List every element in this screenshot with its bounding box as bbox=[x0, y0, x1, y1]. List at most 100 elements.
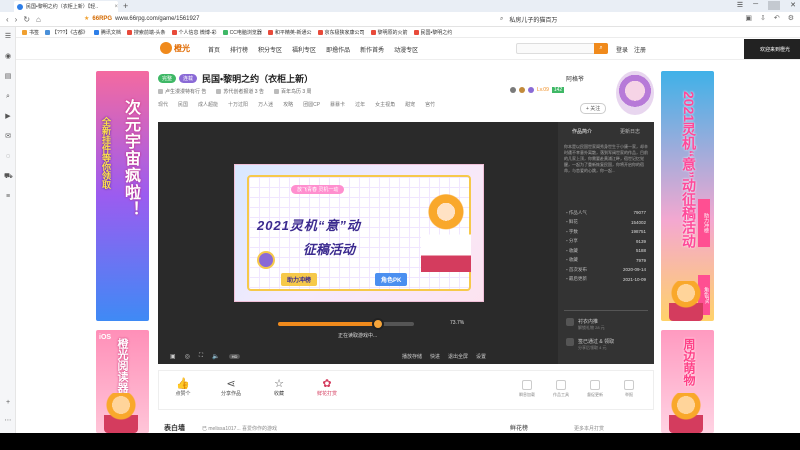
reward-action[interactable]: 衬衣内推 解锁礼物 28 元 bbox=[566, 318, 605, 331]
browser-tab[interactable]: 民国•黎明之约（衣柜上新）【轻.. × bbox=[14, 1, 118, 12]
bookmark-item[interactable]: 搜索前端-头条 bbox=[126, 29, 166, 36]
nav-works[interactable]: 即撸作品 bbox=[326, 45, 350, 54]
bookmark-item[interactable]: 腾讯文档 bbox=[93, 29, 121, 36]
record-icon[interactable]: ◎ bbox=[185, 353, 190, 360]
header-ad-banner[interactable]: 欢迎来到橙光 bbox=[744, 39, 800, 59]
nav-new[interactable]: 新作首秀 bbox=[360, 45, 384, 54]
ad-left-bottom[interactable]: iOS 橙光阅读器上架啦 bbox=[96, 330, 149, 433]
flower-rank-more[interactable]: 更多本月打赏 bbox=[574, 425, 604, 432]
register-link[interactable]: 注册 bbox=[634, 45, 646, 54]
share-button[interactable]: ⋖ 分享作品 bbox=[211, 377, 251, 397]
author-avatar[interactable] bbox=[616, 71, 654, 115]
extension-icon[interactable]: ▣ bbox=[745, 14, 752, 22]
tools-button[interactable]: 作品工具 bbox=[547, 380, 575, 398]
forward-icon[interactable]: › bbox=[15, 15, 18, 24]
rose-tip-button[interactable]: ✿ 鲜花打赏 bbox=[307, 377, 347, 397]
tag-item[interactable]: 攻略 bbox=[283, 101, 293, 108]
login-link[interactable]: 登录 bbox=[616, 45, 628, 54]
sidebar-book-icon[interactable]: ▤ bbox=[4, 73, 12, 81]
tag-item[interactable]: 甜宠 bbox=[405, 101, 415, 108]
author-name[interactable]: 阿格爷 bbox=[566, 74, 584, 83]
nav-welfare[interactable]: 福利专区 bbox=[292, 45, 316, 54]
nav-points[interactable]: 积分专区 bbox=[258, 45, 282, 54]
back-icon[interactable]: ‹ bbox=[6, 15, 9, 24]
quality-toggle[interactable]: HD bbox=[228, 354, 241, 359]
sidebar-cart-icon[interactable]: ⛟ bbox=[4, 173, 13, 181]
settings-icon[interactable]: ⚙ bbox=[788, 14, 794, 22]
report-button[interactable]: 举报 bbox=[615, 380, 643, 398]
site-search-input[interactable]: ⌕ bbox=[516, 43, 608, 54]
bookmark-icon bbox=[45, 29, 51, 35]
bookmark-item[interactable]: CC电脑浏览器 bbox=[222, 29, 262, 36]
bookmark-star-icon[interactable]: ★ bbox=[84, 15, 89, 22]
undo-icon[interactable]: ↶ bbox=[774, 14, 780, 22]
fast-forward-button[interactable]: 快进 bbox=[430, 353, 440, 360]
tag-item[interactable]: 暴暴卡 bbox=[330, 101, 345, 108]
bookmark-item[interactable]: 民国•黎明之约 bbox=[413, 29, 452, 36]
site-logo[interactable]: 橙光 bbox=[160, 42, 190, 54]
tag-item[interactable]: 万人迷 bbox=[258, 101, 273, 108]
sidebar-chat-icon[interactable]: ◌ bbox=[4, 153, 12, 161]
claim-action[interactable]: 签已通过 & 领取 分享后领取 4 元 bbox=[566, 338, 614, 351]
reload-icon[interactable]: ↻ bbox=[23, 15, 30, 24]
fullscreen-icon[interactable]: ⛶ bbox=[199, 353, 203, 360]
tag-item[interactable]: 现代 bbox=[158, 101, 168, 108]
save-load-button[interactable]: 播放存储 bbox=[402, 353, 422, 360]
sidebar-menu-icon[interactable]: ☰ bbox=[4, 33, 12, 41]
stat-row: 字数198751 bbox=[566, 227, 646, 237]
download-icon[interactable]: ⇩ bbox=[760, 14, 766, 22]
load-icon bbox=[522, 380, 532, 390]
tag-item[interactable]: 宫竹 bbox=[425, 101, 435, 108]
volume-icon[interactable]: 🔈 bbox=[212, 353, 219, 360]
bookmark-item[interactable]: 【???】《古都》 bbox=[45, 29, 88, 36]
url-field[interactable]: ★ 66RPG www.66rpg.com/game/1561927 bbox=[84, 15, 200, 23]
ad-right-bottom[interactable]: 周边萌物 bbox=[661, 330, 714, 433]
exit-fullscreen-button[interactable]: 退出全屏 bbox=[448, 353, 468, 360]
sidebar-user-icon[interactable]: ◉ bbox=[4, 53, 12, 61]
minimize-icon[interactable]: ─ bbox=[753, 1, 758, 10]
address-search[interactable]: ⌕ 私房儿子的猫百万 bbox=[500, 15, 557, 24]
bookmark-item[interactable]: 京东极狭家康公司 bbox=[317, 29, 365, 36]
tab-changelog[interactable]: 更新日志 bbox=[620, 128, 640, 135]
logo-icon bbox=[160, 42, 172, 54]
close-tab-icon[interactable]: × bbox=[114, 4, 118, 10]
collect-button[interactable]: ☆ 收藏 bbox=[259, 377, 299, 397]
bookmark-item[interactable]: 书签 bbox=[22, 29, 39, 36]
bookmark-item[interactable]: 个人信息 微博-彩 bbox=[171, 29, 217, 36]
ad-left-top[interactable]: 次元宇宙疯啦！ 全新挂件等你领取 bbox=[96, 71, 149, 321]
sidebar-mail-icon[interactable]: ✉ bbox=[4, 133, 12, 141]
home-icon[interactable]: ⌂ bbox=[36, 15, 41, 24]
sidebar-add-icon[interactable]: + bbox=[4, 399, 12, 407]
bookmark-item[interactable]: 黎明原的火箭 bbox=[370, 29, 408, 36]
tag-item[interactable]: 过年 bbox=[355, 101, 365, 108]
sidebar-list-icon[interactable]: ≡ bbox=[4, 193, 12, 201]
nav-home[interactable]: 首页 bbox=[208, 45, 220, 54]
game-player[interactable]: 放飞青春 灵机一动 2021灵机“意”动 征稿活动 助力冲榜 角色PK 73.7… bbox=[158, 122, 558, 364]
bookmark-item[interactable]: 和平精英-新通公 bbox=[267, 29, 312, 36]
tab-intro[interactable]: 作品简介 bbox=[572, 128, 592, 135]
nav-anime[interactable]: 动漫专区 bbox=[394, 45, 418, 54]
url-path: www.66rpg.com/game/1561927 bbox=[115, 15, 200, 22]
sidebar-more-icon[interactable]: ⋯ bbox=[4, 417, 12, 425]
tag-item[interactable]: 十万过阳 bbox=[228, 101, 248, 108]
urge-update-button[interactable]: 督促更新 bbox=[581, 380, 609, 398]
tag-item[interactable]: 女主视角 bbox=[375, 101, 395, 108]
tag-item[interactable]: 民国 bbox=[178, 101, 188, 108]
menu-icon[interactable]: ☰ bbox=[737, 1, 743, 10]
ad-right-top[interactable]: 2021灵机“意”动征稿活动 助力冲榜 角色PK bbox=[661, 71, 714, 321]
quick-load-button[interactable]: 瞬息加载 bbox=[513, 380, 541, 398]
tag-item[interactable]: 成人超能 bbox=[198, 101, 218, 108]
settings-button[interactable]: 设置 bbox=[476, 353, 486, 360]
nav-ranking[interactable]: 排行榜 bbox=[230, 45, 248, 54]
tag-item[interactable]: 团圆CP bbox=[303, 101, 320, 108]
bottom-sections: 表白墙 已 melissa1017... 喜爱你作的游戏 鲜花榜 更多本月打赏 bbox=[158, 420, 654, 433]
close-window-icon[interactable]: ✕ bbox=[790, 1, 796, 10]
site-search-button[interactable]: ⌕ bbox=[594, 43, 608, 54]
screenshot-icon[interactable]: ▣ bbox=[170, 353, 176, 360]
like-button[interactable]: 👍 点赞个 bbox=[163, 377, 203, 397]
sidebar-search-icon[interactable]: ⌕ bbox=[4, 93, 12, 101]
sidebar-video-icon[interactable]: ▶ bbox=[4, 113, 12, 121]
maximize-icon[interactable] bbox=[768, 1, 781, 10]
follow-button[interactable]: + 关注 bbox=[580, 103, 607, 114]
new-tab-icon[interactable]: + bbox=[123, 1, 128, 11]
